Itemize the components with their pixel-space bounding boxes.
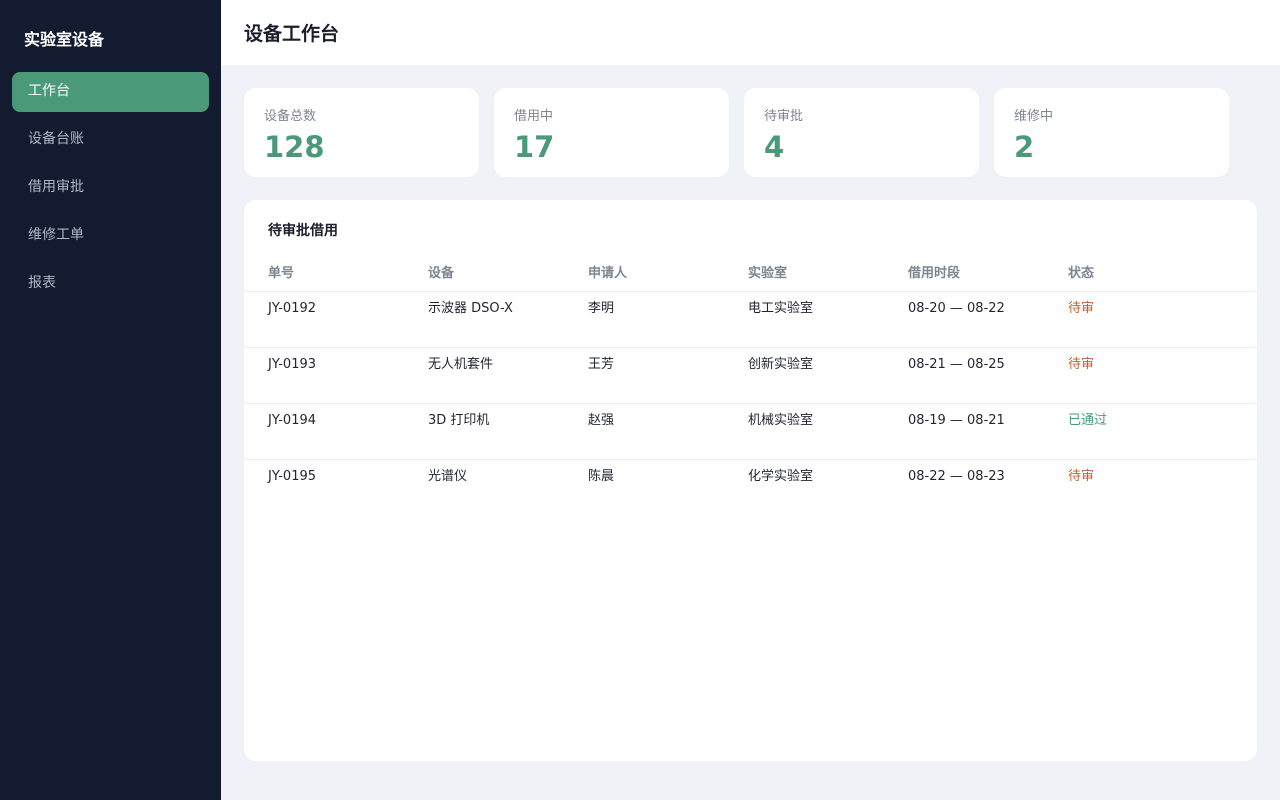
table-row[interactable]: JY-0192 示波器 DSO-X 李明 电工实验室 08-20 — 08-22… <box>244 292 1257 348</box>
stat-label: 借用中 <box>514 109 554 124</box>
stats-row: 设备总数 128 借用中 17 待审批 4 维修中 2 <box>244 88 1257 177</box>
cell-period: 08-22 — 08-23 <box>908 469 1005 484</box>
cell-id: JY-0194 <box>268 413 317 428</box>
stat-card-borrowed: 借用中 17 <box>494 88 729 177</box>
cell-device: 3D 打印机 <box>428 413 490 428</box>
status-badge: 待审 <box>1068 469 1095 484</box>
sidebar-item-repair-orders[interactable]: 维修工单 <box>12 216 209 256</box>
stat-card-repair: 维修中 2 <box>994 88 1229 177</box>
sidebar: 实验室设备 工作台 设备台账 借用审批 维修工单 报表 <box>0 0 221 800</box>
status-badge: 已通过 <box>1068 413 1108 428</box>
cell-device: 示波器 DSO-X <box>428 301 513 316</box>
status-badge: 待审 <box>1068 301 1095 316</box>
cell-lab: 化学实验室 <box>748 469 814 484</box>
column-header-id: 单号 <box>268 266 295 281</box>
cell-id: JY-0193 <box>268 357 317 372</box>
cell-device: 光谱仪 <box>428 469 468 484</box>
table-row[interactable]: JY-0193 无人机套件 王芳 创新实验室 08-21 — 08-25 待审 <box>244 348 1257 404</box>
stat-card-pending: 待审批 4 <box>744 88 979 177</box>
column-header-period: 借用时段 <box>908 266 961 281</box>
table-header: 单号 设备 申请人 实验室 借用时段 状态 <box>244 252 1257 292</box>
sidebar-nav: 工作台 设备台账 借用审批 维修工单 报表 <box>0 72 221 312</box>
pending-borrow-table: 单号 设备 申请人 实验室 借用时段 状态 JY-0192 示波器 DSO-X … <box>244 252 1257 516</box>
stat-value: 128 <box>264 130 325 164</box>
pending-borrow-panel: 待审批借用 单号 设备 申请人 实验室 借用时段 状态 JY-0192 示波器 … <box>244 200 1257 761</box>
stat-value: 2 <box>1014 130 1035 164</box>
app-root: 实验室设备 工作台 设备台账 借用审批 维修工单 报表 设备工作台 设备总数 1… <box>0 0 1280 800</box>
cell-applicant: 赵强 <box>588 413 615 428</box>
table-row[interactable]: JY-0194 3D 打印机 赵强 机械实验室 08-19 — 08-21 已通… <box>244 404 1257 460</box>
brand-title: 实验室设备 <box>24 30 105 49</box>
main-area: 设备工作台 设备总数 128 借用中 17 待审批 4 维修中 2 待审批借用 … <box>221 0 1280 800</box>
column-header-lab: 实验室 <box>748 266 788 281</box>
cell-period: 08-21 — 08-25 <box>908 357 1005 372</box>
column-header-status: 状态 <box>1068 266 1095 281</box>
table-row[interactable]: JY-0195 光谱仪 陈晨 化学实验室 08-22 — 08-23 待审 <box>244 460 1257 516</box>
panel-title: 待审批借用 <box>268 223 338 239</box>
sidebar-item-reports[interactable]: 报表 <box>12 264 209 304</box>
column-header-applicant: 申请人 <box>588 266 628 281</box>
column-header-device: 设备 <box>428 266 455 281</box>
page-title: 设备工作台 <box>244 23 340 45</box>
stat-value: 17 <box>514 130 555 164</box>
stat-label: 维修中 <box>1014 109 1054 124</box>
cell-id: JY-0195 <box>268 469 317 484</box>
status-badge: 待审 <box>1068 357 1095 372</box>
stat-card-total: 设备总数 128 <box>244 88 479 177</box>
cell-lab: 创新实验室 <box>748 357 814 372</box>
stat-value: 4 <box>764 130 785 164</box>
cell-period: 08-19 — 08-21 <box>908 413 1005 428</box>
cell-lab: 电工实验室 <box>748 301 814 316</box>
cell-applicant: 王芳 <box>588 357 615 372</box>
cell-device: 无人机套件 <box>428 357 494 372</box>
cell-id: JY-0192 <box>268 301 317 316</box>
cell-applicant: 陈晨 <box>588 469 615 484</box>
sidebar-item-workbench[interactable]: 工作台 <box>12 72 209 112</box>
cell-lab: 机械实验室 <box>748 413 814 428</box>
sidebar-item-borrow-approval[interactable]: 借用审批 <box>12 168 209 208</box>
top-bar: 设备工作台 <box>221 0 1280 65</box>
sidebar-item-equipment-ledger[interactable]: 设备台账 <box>12 120 209 160</box>
stat-label: 待审批 <box>764 109 804 124</box>
content: 设备总数 128 借用中 17 待审批 4 维修中 2 待审批借用 单号 设备 … <box>221 65 1280 761</box>
stat-label: 设备总数 <box>264 109 317 124</box>
cell-applicant: 李明 <box>588 301 615 316</box>
cell-period: 08-20 — 08-22 <box>908 301 1005 316</box>
